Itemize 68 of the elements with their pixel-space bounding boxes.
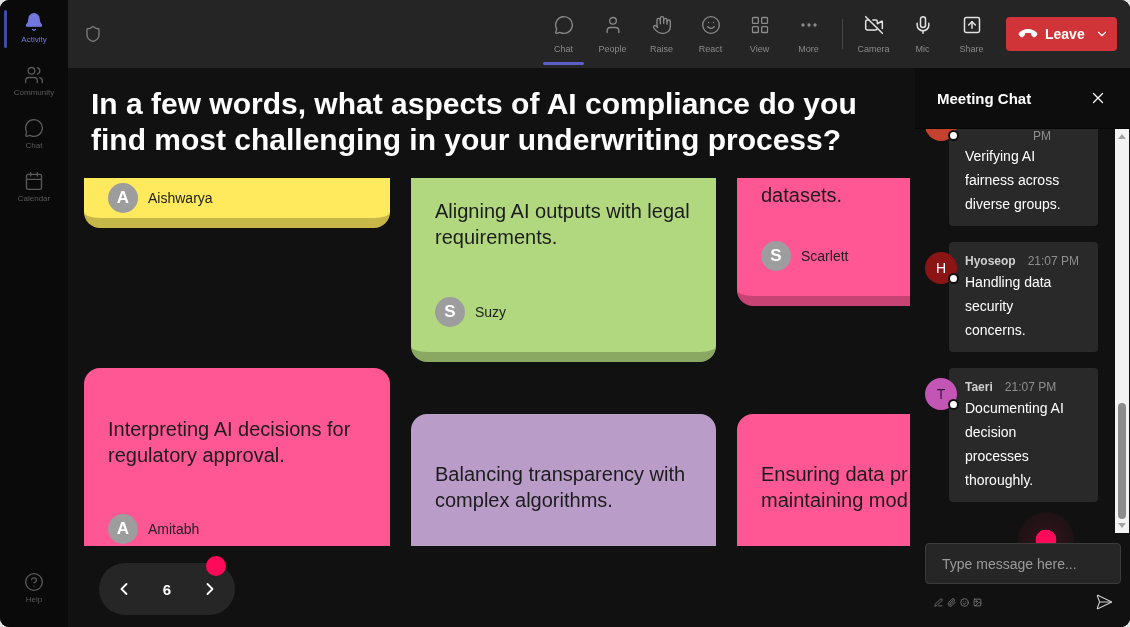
message-time: PM [1033,128,1051,144]
message-text: Verifying AI fairness across diverse groups. [965,147,1062,214]
toolbar-button[interactable]: Mic [898,0,947,68]
share-icon [961,15,982,35]
page-number: 6 [161,580,173,598]
sender-name: Hyoseop [965,253,1016,270]
message-time: 21:07 PM [1027,253,1080,270]
more-icon [800,23,817,27]
nav-item[interactable]: Help [0,560,68,613]
author-avatar: S [435,297,465,327]
bell-icon [24,12,44,32]
nav-item[interactable]: Community [0,53,68,106]
scrollbar[interactable] [1115,128,1129,533]
scroll-down-icon[interactable] [1118,523,1126,528]
shield-icon [84,25,102,43]
toolbar-button[interactable]: People [588,0,637,68]
paperclip-icon [947,597,956,607]
send-icon [1095,593,1113,611]
leave-button[interactable]: Leave [1006,17,1117,51]
help-icon [24,572,44,592]
author-name: Scarlett [801,248,849,264]
toolbar-button[interactable]: Camera [849,0,898,68]
message-input[interactable]: Type message here... [925,543,1121,584]
dot-icon [206,556,226,576]
toolbar-button[interactable]: React [686,0,735,68]
nav-item[interactable]: Activity [0,0,68,53]
sender-name: Taeri [965,379,993,396]
author-avatar: S [761,241,791,271]
image-button[interactable] [973,597,982,607]
smiley-icon [960,597,969,607]
pen-icon [934,597,943,607]
chat-bubble-icon [24,118,44,138]
note-text: Aligning AI outputs with legal requirements. [435,199,691,250]
toolbar-button[interactable]: Raise [637,0,686,68]
note-text: Ensuring data pr maintaining mod [761,462,909,513]
toolbar-button[interactable]: Share [947,0,996,68]
note-text: datasets. [761,183,844,208]
note-text: Interpreting AI decisions for regulatory approval. [108,417,352,468]
chat-title: Meeting Chat [937,89,1032,107]
send-button[interactable] [1095,593,1113,611]
author-name: Aishwarya [148,190,213,206]
toolbar-button[interactable]: View [735,0,784,68]
format-button[interactable] [934,597,943,607]
toolbar-button[interactable]: More [784,0,833,68]
message-time: 21:07 PM [1004,379,1057,396]
image-icon [973,597,982,607]
emoji-button[interactable] [960,597,969,607]
people-icon [24,65,44,85]
toolbar-button[interactable]: Chat [539,0,588,68]
message-text: Documenting AI decision processes thoroughly. [965,399,1065,490]
note-text: Balancing transparency with complex algorithms. [435,462,687,513]
camera-off-icon [863,15,884,35]
attach-button[interactable] [947,597,956,607]
smiley-icon [700,15,721,35]
hand-icon [651,15,672,35]
grid-icon [749,15,770,35]
author-avatar: A [108,183,138,213]
nav-item[interactable]: Calendar [0,159,68,212]
question-title: In a few words, what aspects of AI compliance do you find most challenging in your underwriting process? [90,86,858,158]
nav-item[interactable]: Chat [0,106,68,159]
message-text: Handling data security concerns. [965,273,1053,340]
chat-bubble-icon [553,15,574,35]
scroll-up-icon[interactable] [1118,134,1126,139]
author-name: Amitabh [148,521,200,537]
scrollbar-thumb[interactable] [1118,403,1126,519]
author-name: Suzy [475,304,507,320]
calendar-icon [24,171,44,191]
author-avatar: A [108,514,138,544]
